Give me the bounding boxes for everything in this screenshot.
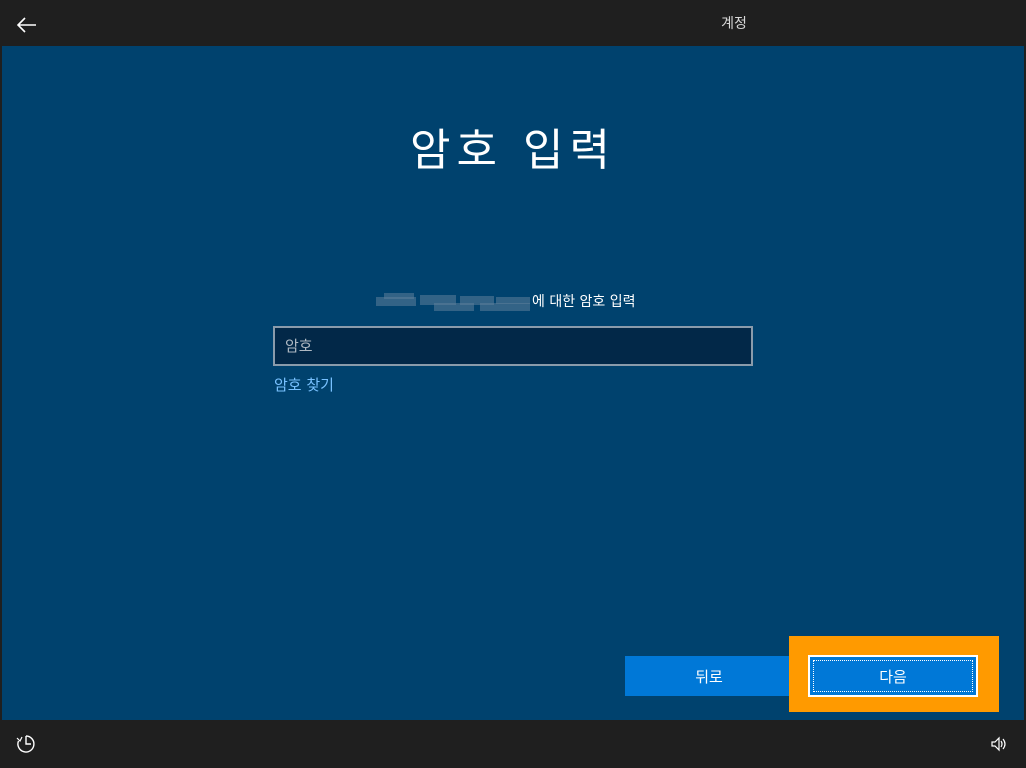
setup-window: 계정 암호 입력 에 대한 암호 입력 암호 찾기 뒤로 다음 (0, 0, 1026, 768)
redacted-account (376, 291, 531, 311)
back-arrow-icon (17, 17, 36, 33)
next-button[interactable]: 다음 (808, 655, 978, 697)
main-panel: 암호 입력 에 대한 암호 입력 암호 찾기 뒤로 다음 (2, 46, 1024, 720)
tab-account-label: 계정 (721, 16, 747, 32)
back-arrow-button[interactable] (12, 10, 42, 40)
password-field[interactable] (273, 326, 753, 366)
password-input[interactable] (275, 328, 751, 364)
find-password-link[interactable]: 암호 찾기 (274, 374, 334, 395)
page-title: 암호 입력 (410, 125, 616, 176)
description-text: 에 대한 암호 입력 (532, 294, 636, 310)
ease-of-access-icon[interactable] (16, 734, 36, 754)
account-description: 에 대한 암호 입력 (376, 290, 636, 312)
bottom-bar (2, 720, 1024, 766)
volume-icon[interactable] (990, 736, 1008, 752)
tab-account: 계정 (636, 2, 832, 48)
top-bar: 계정 (2, 2, 1024, 48)
back-button[interactable]: 뒤로 (625, 656, 793, 696)
focus-rectangle (813, 660, 973, 692)
